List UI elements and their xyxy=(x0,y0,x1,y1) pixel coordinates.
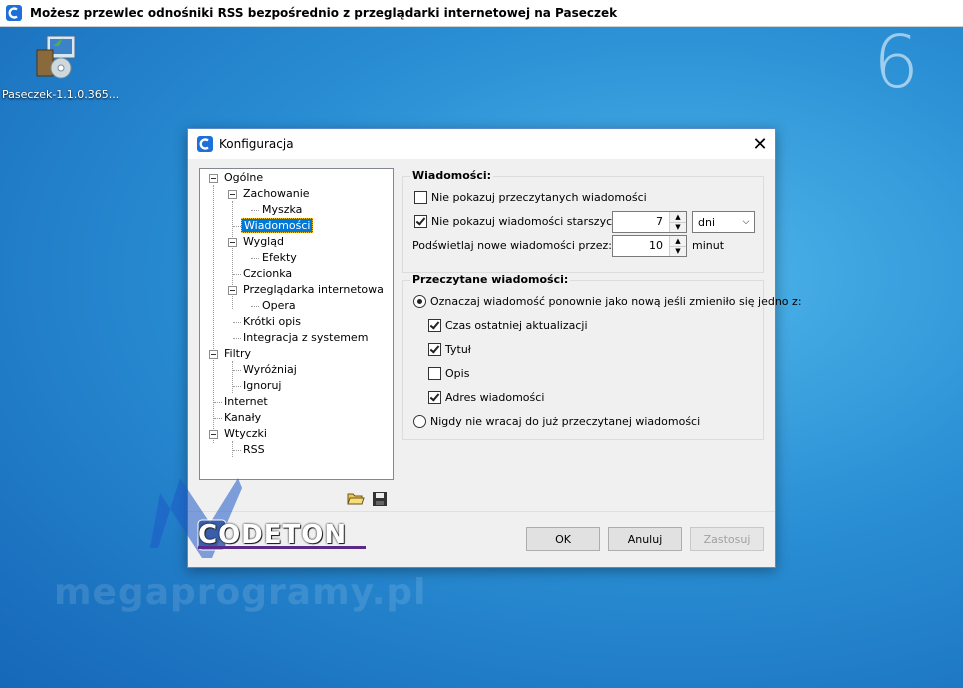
tree-line xyxy=(233,322,241,323)
tree-item-krotki-opis[interactable]: Krótki opis xyxy=(241,314,303,330)
tree-item-filtry[interactable]: Filtry xyxy=(209,346,253,362)
window-title-bar: Możesz przewlec odnośniki RSS bezpośredn… xyxy=(0,0,963,27)
tree-item-wyglad[interactable]: Wygląd xyxy=(228,234,286,250)
tree-item-zachowanie[interactable]: Zachowanie xyxy=(228,186,312,202)
tree-item-myszka[interactable]: Myszka xyxy=(260,202,304,218)
spin-up-icon[interactable]: ▲ xyxy=(670,236,686,246)
tree-line xyxy=(251,210,259,211)
codeton-logo: CODETON xyxy=(150,478,380,558)
tree-item-przegladarka[interactable]: Przeglądarka internetowa xyxy=(228,282,386,298)
tree-item-opera[interactable]: Opera xyxy=(260,298,298,314)
close-icon[interactable]: ✕ xyxy=(745,129,775,159)
app-icon xyxy=(6,5,22,21)
opt-desc-checkbox[interactable] xyxy=(428,367,441,380)
collapse-icon[interactable] xyxy=(209,430,218,439)
tree-item-efekty[interactable]: Efekty xyxy=(260,250,299,266)
hide-older-option[interactable]: Nie pokazuj wiadomości starszych niż: xyxy=(414,215,642,228)
hide-read-option[interactable]: Nie pokazuj przeczytanych wiadomości xyxy=(414,191,647,204)
opt-title[interactable]: Tytuł xyxy=(428,343,471,356)
collapse-icon[interactable] xyxy=(209,350,218,359)
tree-line xyxy=(214,418,222,419)
logo-text: CODETON xyxy=(198,520,348,550)
highlight-label: Podświetlaj nowe wiadomości przez: xyxy=(412,239,612,252)
opt-desc[interactable]: Opis xyxy=(428,367,469,380)
tree-line xyxy=(233,226,241,227)
dialog-title-bar: Konfiguracja ✕ xyxy=(188,129,775,159)
tree-line xyxy=(214,402,222,403)
tree-line xyxy=(233,370,241,371)
dialog-title: Konfiguracja xyxy=(219,137,294,151)
collapse-icon[interactable] xyxy=(228,238,237,247)
chevron-down-icon: ⌵ xyxy=(742,217,750,227)
collapse-icon[interactable] xyxy=(209,174,218,183)
tree-item-ogolne[interactable]: Ogólne xyxy=(209,170,265,186)
opt-time-checkbox[interactable] xyxy=(428,319,441,332)
tree-item-wyrozniaj[interactable]: Wyróżniaj xyxy=(241,362,299,378)
never-radio[interactable] xyxy=(413,415,426,428)
tree-line xyxy=(232,361,233,393)
spin-down-icon[interactable]: ▼ xyxy=(670,221,686,232)
tree-line xyxy=(232,441,233,457)
opt-addr-checkbox[interactable] xyxy=(428,391,441,404)
never-option[interactable]: Nigdy nie wracaj do już przeczytanej wia… xyxy=(413,415,700,428)
ok-button[interactable]: OK xyxy=(526,527,600,551)
highlight-minutes-stepper[interactable]: 10 ▲ ▼ xyxy=(612,235,687,257)
installer-icon xyxy=(33,32,81,82)
collapse-icon[interactable] xyxy=(228,286,237,295)
tree-item-integracja[interactable]: Integracja z systemem xyxy=(241,330,370,346)
mark-again-radio[interactable] xyxy=(413,295,426,308)
tree-item-ignoruj[interactable]: Ignoruj xyxy=(241,378,283,394)
messages-group-title: Wiadomości: xyxy=(410,169,494,182)
app-icon xyxy=(197,136,213,152)
collapse-icon[interactable] xyxy=(228,190,237,199)
opt-time[interactable]: Czas ostatniej aktualizacji xyxy=(428,319,588,332)
older-days-stepper[interactable]: 7 ▲ ▼ xyxy=(612,211,687,233)
tree-line xyxy=(213,185,214,443)
tree-line xyxy=(233,450,241,451)
tree-item-rss[interactable]: RSS xyxy=(241,442,267,458)
tree-item-wtyczki[interactable]: Wtyczki xyxy=(209,426,269,442)
opt-title-checkbox[interactable] xyxy=(428,343,441,356)
slide-number: 6 xyxy=(873,20,919,104)
desktop-installer-icon[interactable]: Paseczek-1.1.0.365... xyxy=(2,32,120,101)
apply-button[interactable]: Zastosuj xyxy=(690,527,764,551)
hide-read-checkbox[interactable] xyxy=(414,191,427,204)
older-unit-select[interactable]: dni ⌵ xyxy=(692,211,755,233)
settings-tree[interactable]: Ogólne Zachowanie Myszka Wiadomości Wygl… xyxy=(199,168,394,480)
tree-line xyxy=(251,306,259,307)
opt-addr[interactable]: Adres wiadomości xyxy=(428,391,544,404)
window-title: Możesz przewlec odnośniki RSS bezpośredn… xyxy=(30,6,618,20)
mark-again-option[interactable]: Oznaczaj wiadomość ponownie jako nową je… xyxy=(413,295,802,308)
highlight-unit: minut xyxy=(692,239,725,252)
tree-item-czcionka[interactable]: Czcionka xyxy=(241,266,294,282)
tree-item-internet[interactable]: Internet xyxy=(222,394,270,410)
tree-item-kanaly[interactable]: Kanały xyxy=(222,410,263,426)
spin-up-icon[interactable]: ▲ xyxy=(670,212,686,222)
tree-line xyxy=(233,386,241,387)
tree-line xyxy=(233,274,241,275)
tree-line xyxy=(233,338,241,339)
read-group-title: Przeczytane wiadomości: xyxy=(410,273,571,286)
cancel-button[interactable]: Anuluj xyxy=(608,527,682,551)
hide-older-checkbox[interactable] xyxy=(414,215,427,228)
spin-down-icon[interactable]: ▼ xyxy=(670,245,686,256)
watermark-site: megaprogramy.pl xyxy=(54,572,427,613)
tree-line xyxy=(251,258,259,259)
desktop-icon-label: Paseczek-1.1.0.365... xyxy=(2,88,120,101)
tree-item-wiadomosci[interactable]: Wiadomości xyxy=(241,218,314,234)
